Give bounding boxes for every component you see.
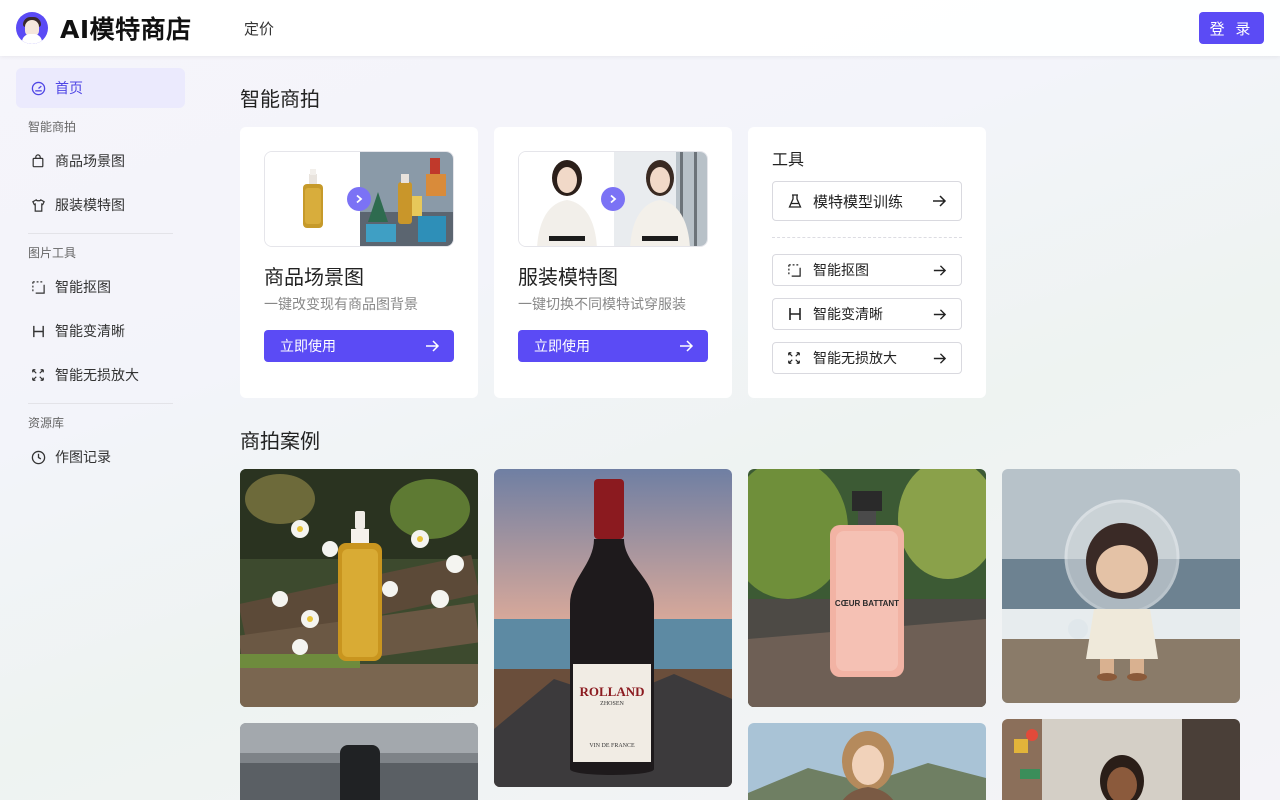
sidebar-item-label: 商品场景图 (55, 154, 125, 170)
card-scene: 商品场景图 一键改变现有商品图背景 立即使用 (240, 127, 478, 398)
section-title-shoot: 智能商拍 (240, 87, 320, 111)
case-image-perfume[interactable]: CŒUR BATTANT (748, 469, 986, 707)
tool-label: 智能无损放大 (813, 351, 897, 367)
sidebar-group-library: 资源库 (28, 416, 65, 430)
arrow-right-icon (932, 263, 947, 278)
case-image-serum[interactable] (240, 469, 478, 707)
flask-icon (787, 193, 805, 209)
button-label: 立即使用 (280, 339, 336, 355)
expand-icon (787, 351, 805, 365)
tools-card: 工具 模特模型训练 智能抠图 智能变清晰 智能无损放大 (748, 127, 986, 398)
sidebar: 首页 智能商拍 商品场景图 服装模特图 图片工具 智能抠图 智能变清晰 智能无损… (16, 68, 185, 481)
card-model: 服装模特图 一键切换不同模特试穿服装 立即使用 (494, 127, 732, 398)
heading-h-icon (30, 323, 46, 339)
sidebar-item-cutout[interactable]: 智能抠图 (16, 267, 185, 307)
tool-label: 模特模型训练 (813, 192, 904, 211)
section-title-cases: 商拍案例 (240, 429, 320, 453)
arrow-right-circle-icon (601, 187, 625, 211)
wine-label-sub: ZHOSEN (600, 701, 624, 707)
nav-pricing-link[interactable]: 定价 (244, 18, 274, 39)
clock-icon (30, 449, 46, 465)
sidebar-group-shoot: 智能商拍 (28, 120, 77, 134)
dashboard-icon (30, 80, 46, 96)
arrow-right-icon (932, 351, 947, 366)
tool-clear-button[interactable]: 智能变清晰 (772, 298, 962, 330)
sidebar-item-label: 服装模特图 (55, 198, 125, 214)
sidebar-item-history[interactable]: 作图记录 (16, 437, 185, 477)
heading-h-icon (787, 306, 805, 322)
scene-preview-image (264, 151, 454, 247)
sidebar-item-clear[interactable]: 智能变清晰 (16, 311, 185, 351)
top-header: AI模特商店 定价 登 录 (0, 0, 1280, 56)
expand-icon (30, 367, 46, 383)
case-image-wine[interactable]: ROLLAND ZHOSEN VIN DE FRANCE (494, 469, 732, 787)
login-button[interactable]: 登 录 (1199, 12, 1264, 44)
tool-upscale-button[interactable]: 智能无损放大 (772, 342, 962, 374)
sidebar-item-model[interactable]: 服装模特图 (16, 185, 185, 225)
wine-label-small: VIN DE FRANCE (589, 743, 635, 749)
sidebar-divider (28, 403, 173, 404)
shopping-bag-icon (30, 153, 46, 169)
card-description: 一键切换不同模特试穿服装 (518, 297, 686, 313)
sidebar-group-tools: 图片工具 (28, 246, 77, 260)
shirt-icon (30, 197, 46, 213)
wine-label-title: ROLLAND (579, 684, 645, 699)
case-image-woman-coat[interactable] (748, 723, 986, 800)
sidebar-divider (28, 233, 173, 234)
case-image-toy[interactable] (1002, 469, 1240, 703)
case-image-street[interactable] (1002, 719, 1240, 800)
arrow-right-icon (931, 193, 947, 209)
sidebar-item-home[interactable]: 首页 (16, 68, 185, 108)
button-label: 立即使用 (534, 339, 590, 355)
tool-label: 智能变清晰 (813, 307, 883, 323)
sidebar-item-label: 智能变清晰 (55, 324, 125, 340)
arrow-right-icon (424, 338, 440, 358)
use-now-button[interactable]: 立即使用 (264, 330, 454, 362)
use-now-button[interactable]: 立即使用 (518, 330, 708, 362)
crop-select-icon (30, 279, 46, 295)
model-training-button[interactable]: 模特模型训练 (772, 181, 962, 221)
sidebar-item-scene[interactable]: 商品场景图 (16, 141, 185, 181)
sidebar-item-label: 智能抠图 (55, 280, 111, 296)
sidebar-item-label: 作图记录 (55, 450, 111, 466)
sidebar-item-label: 智能无损放大 (55, 368, 139, 384)
brand-name[interactable]: AI模特商店 (60, 10, 192, 46)
card-title: 服装模特图 (518, 265, 618, 289)
case-image-speaker[interactable] (240, 723, 478, 800)
model-preview-image (518, 151, 708, 247)
perfume-label: CŒUR BATTANT (834, 599, 900, 608)
arrow-right-icon (932, 307, 947, 322)
tools-divider (772, 237, 962, 238)
tool-label: 智能抠图 (813, 263, 869, 279)
card-description: 一键改变现有商品图背景 (264, 297, 418, 313)
arrow-right-icon (678, 338, 694, 358)
arrow-right-circle-icon (347, 187, 371, 211)
sidebar-item-upscale[interactable]: 智能无损放大 (16, 355, 185, 395)
card-title: 商品场景图 (264, 265, 364, 289)
logo-icon[interactable] (16, 12, 48, 44)
sidebar-item-label: 首页 (55, 81, 83, 97)
tool-cutout-button[interactable]: 智能抠图 (772, 254, 962, 286)
crop-select-icon (787, 263, 805, 278)
tools-title: 工具 (772, 150, 805, 169)
